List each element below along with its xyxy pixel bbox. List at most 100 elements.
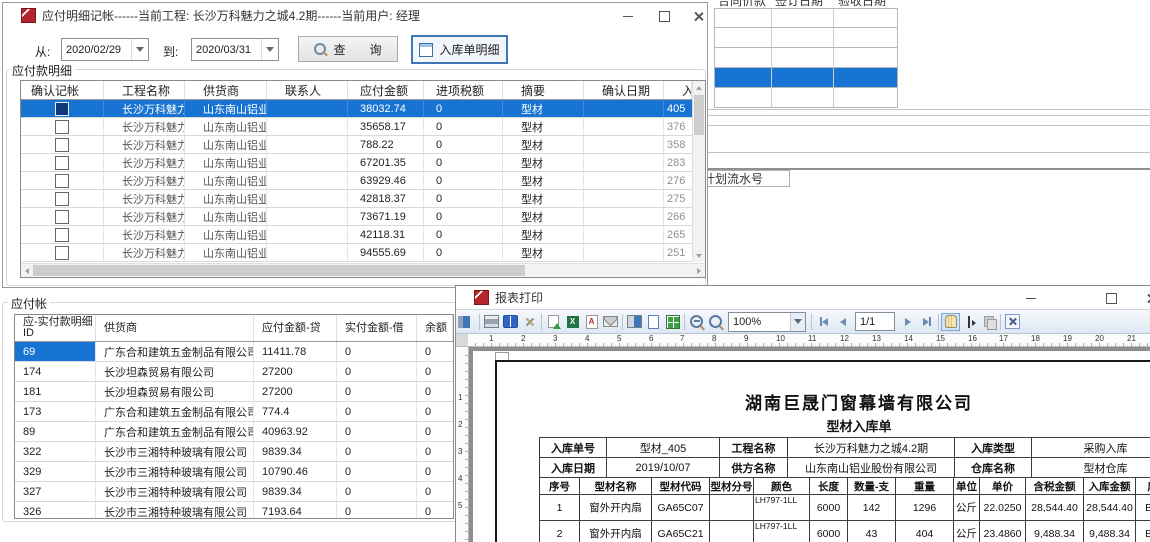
column-header[interactable]: 进项税额 xyxy=(424,81,503,99)
table-row[interactable]: 173 广东合和建筑五金制品有限公司 774.4 0 0 xyxy=(15,402,453,422)
table-row[interactable] xyxy=(714,8,898,28)
multi-page-icon[interactable] xyxy=(663,313,682,331)
table-row[interactable] xyxy=(714,28,898,48)
title-bar[interactable]: 应付明细记帐------当前工程: 长沙万科魅力之城4.2期------当前用户… xyxy=(3,3,707,28)
table-row[interactable]: 长沙万科魅力... 山东南山铝业... 73671.19 0 型材 266 xyxy=(21,208,705,226)
text-select-tool-icon[interactable] xyxy=(960,313,979,331)
scroll-right-button[interactable] xyxy=(693,264,705,277)
table-row[interactable] xyxy=(714,48,898,68)
confirm-checkbox[interactable] xyxy=(55,120,69,134)
table-row[interactable]: 长沙万科魅力... 山东南山铝业... 788.22 0 型材 358 xyxy=(21,136,705,154)
table-row[interactable]: 89 广东合和建筑五金制品有限公司 40963.92 0 0 xyxy=(15,422,453,442)
confirm-checkbox[interactable] xyxy=(55,138,69,152)
export-excel-icon[interactable] xyxy=(563,313,582,331)
table-row[interactable]: 长沙万科魅力... 山东南山铝业... 42818.37 0 型材 275 xyxy=(21,190,705,208)
hand-tool-icon[interactable] xyxy=(941,313,960,331)
close-button[interactable] xyxy=(1138,289,1150,307)
column-header[interactable]: 应-实付款明细ID xyxy=(15,315,96,341)
table-row[interactable]: 327 长沙市三湘特种玻璃有限公司 9839.34 0 0 xyxy=(15,482,453,502)
grid-header-row: 确认记帐工程名称供货商联系人应付金额进项税额摘要确认日期入库 xyxy=(21,81,705,100)
column-header[interactable]: 供货商 xyxy=(96,315,254,341)
confirm-checkbox[interactable] xyxy=(55,210,69,224)
column-header[interactable]: 余额 xyxy=(417,315,453,341)
minimize-button[interactable] xyxy=(1018,289,1044,307)
table-row[interactable]: 329 长沙市三湘特种玻璃有限公司 10790.46 0 0 xyxy=(15,462,453,482)
print-settings-icon[interactable] xyxy=(520,313,539,331)
column-header[interactable]: 供货商 xyxy=(185,81,267,99)
scroll-up-button[interactable] xyxy=(693,81,705,94)
close-preview-icon[interactable] xyxy=(1003,313,1022,331)
single-page-icon[interactable] xyxy=(644,313,663,331)
to-date-picker[interactable]: 2020/03/31 xyxy=(191,38,279,61)
chevron-down-icon[interactable] xyxy=(131,39,148,60)
payable-account-grid[interactable]: 应-实付款明细ID供货商应付金额-贷实付金额-借余额 69 广东合和建筑五金制品… xyxy=(14,314,454,519)
confirm-checkbox[interactable] xyxy=(55,228,69,242)
project-cell: 长沙万科魅力... xyxy=(104,226,185,243)
table-row[interactable]: 69 广东合和建筑五金制品有限公司 11411.78 0 0 xyxy=(15,342,453,362)
scroll-down-button[interactable] xyxy=(693,249,705,262)
export-icon[interactable] xyxy=(544,313,563,331)
column-header[interactable]: 联系人 xyxy=(267,81,348,99)
table-row[interactable]: 长沙万科魅力... 山东南山铝业... 35658.17 0 型材 376 xyxy=(21,118,705,136)
table-row[interactable]: 长沙万科魅力... 山东南山铝业... 94555.69 0 型材 251 xyxy=(21,244,705,262)
table-row[interactable]: 174 长沙坦森贸易有限公司 27200 0 0 xyxy=(15,362,453,382)
page-layout-icon[interactable] xyxy=(625,313,644,331)
table-row[interactable]: 长沙万科魅力... 山东南山铝业... 67201.35 0 型材 283 xyxy=(21,154,705,172)
first-page-button[interactable] xyxy=(814,313,833,331)
title-bar[interactable]: 报表打印 xyxy=(456,286,1150,309)
column-header[interactable]: 应付金额 xyxy=(348,81,424,99)
zoom-out-icon[interactable] xyxy=(706,313,725,331)
table-row[interactable]: 长沙万科魅力... 山东南山铝业... 42118.31 0 型材 265 xyxy=(21,226,705,244)
scrollbar-thumb[interactable] xyxy=(33,265,525,276)
minimize-button[interactable] xyxy=(615,7,641,25)
report-view-icon[interactable] xyxy=(458,313,477,331)
chevron-down-icon[interactable] xyxy=(790,313,805,331)
column-header[interactable]: 实付金额-借 xyxy=(337,315,417,341)
confirm-checkbox[interactable] xyxy=(55,246,69,260)
copy-icon[interactable] xyxy=(979,313,998,331)
print-icon[interactable] xyxy=(482,313,501,331)
confirm-checkbox[interactable] xyxy=(55,156,69,170)
column-header[interactable]: 工程名称 xyxy=(104,81,185,99)
maximize-button[interactable] xyxy=(1098,289,1124,307)
next-page-button[interactable] xyxy=(898,313,917,331)
chevron-down-icon[interactable] xyxy=(261,39,278,60)
table-row[interactable] xyxy=(714,88,898,108)
horizontal-scrollbar[interactable] xyxy=(21,263,705,277)
background-contract-table[interactable]: 合同价款 签订日期 验收日期 xyxy=(714,0,898,108)
prev-page-button[interactable] xyxy=(833,313,852,331)
page-number-input[interactable]: 1/1 xyxy=(855,312,895,331)
table-row[interactable]: 181 长沙坦森贸易有限公司 27200 0 0 xyxy=(15,382,453,402)
query-button[interactable]: 查 询 xyxy=(298,36,398,62)
last-page-button[interactable] xyxy=(917,313,936,331)
column-header[interactable]: 入库 xyxy=(664,81,692,99)
zoom-level-select[interactable]: 100% xyxy=(728,312,806,332)
confirm-date-cell xyxy=(584,244,664,261)
column-header[interactable]: 应付金额-贷 xyxy=(254,315,337,341)
book-preview-icon[interactable] xyxy=(501,313,520,331)
from-date-picker[interactable]: 2020/02/29 xyxy=(61,38,149,61)
maximize-button[interactable] xyxy=(651,7,677,25)
vertical-scrollbar[interactable] xyxy=(692,81,705,262)
inbound-detail-button[interactable]: 入库单明细 xyxy=(411,35,508,64)
close-button[interactable] xyxy=(685,7,711,25)
table-row[interactable]: 长沙万科魅力... 山东南山铝业... 38032.74 0 型材 405 xyxy=(21,100,705,118)
scrollbar-thumb[interactable] xyxy=(694,95,704,135)
confirm-checkbox[interactable] xyxy=(55,174,69,188)
confirm-checkbox[interactable] xyxy=(55,192,69,206)
table-row[interactable]: 322 长沙市三湘特种玻璃有限公司 9839.34 0 0 xyxy=(15,442,453,462)
payable-detail-grid[interactable]: 确认记帐工程名称供货商联系人应付金额进项税额摘要确认日期入库 长沙万科魅力...… xyxy=(20,80,706,278)
scroll-left-button[interactable] xyxy=(21,264,33,277)
confirm-checkbox[interactable] xyxy=(55,102,69,116)
column-header[interactable]: 确认记帐 xyxy=(21,81,104,99)
zoom-in-icon[interactable] xyxy=(687,313,706,331)
preview-area[interactable]: 12345 湖南巨晟门窗幕墙有限公司 型材入库单 入库单号型材_405 工程名称… xyxy=(456,347,1150,542)
table-row[interactable] xyxy=(714,68,898,88)
background-divider xyxy=(706,115,1150,116)
column-header[interactable]: 确认日期 xyxy=(584,81,664,99)
export-pdf-icon[interactable] xyxy=(582,313,601,331)
table-row[interactable]: 326 长沙市三湘特种玻璃有限公司 7193.64 0 0 xyxy=(15,502,453,518)
column-header[interactable]: 摘要 xyxy=(503,81,584,99)
send-mail-icon[interactable] xyxy=(601,313,620,331)
table-row[interactable]: 长沙万科魅力... 山东南山铝业... 63929.46 0 型材 276 xyxy=(21,172,705,190)
